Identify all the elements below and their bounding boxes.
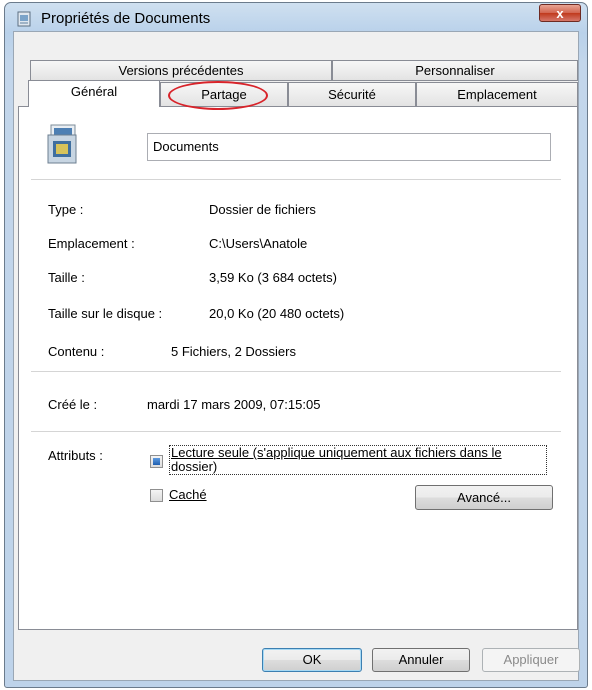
hidden-checkbox[interactable] (150, 489, 163, 502)
tab-label: Général (70, 84, 118, 99)
type-label: Type : (48, 202, 84, 217)
tab-label: Personnaliser (415, 63, 495, 78)
location-value: C:\Users\Anatole (209, 236, 308, 251)
size-on-disk-label: Taille sur le disque : (48, 306, 163, 321)
hidden-checkbox-label[interactable]: Caché (169, 487, 207, 502)
annotation-circle (168, 81, 268, 110)
type-value: Dossier de fichiers (209, 202, 316, 217)
apply-button[interactable]: Appliquer (482, 648, 580, 672)
created-value: mardi 17 mars 2009, 07:15:05 (147, 397, 321, 412)
readonly-line-2: dossier) (171, 459, 218, 474)
tab-securite[interactable]: Sécurité (288, 82, 416, 107)
tab-general[interactable]: Général (28, 80, 160, 107)
ok-button[interactable]: OK (262, 648, 362, 672)
tab-label: Sécurité (328, 87, 376, 102)
advanced-button[interactable]: Avancé... (415, 485, 553, 510)
window-title: Propriétés de Documents (41, 10, 211, 27)
size-value: 3,59 Ko (3 684 octets) (209, 270, 337, 285)
location-label: Emplacement : (48, 236, 135, 251)
size-label: Taille : (48, 270, 85, 285)
close-button[interactable]: x (539, 4, 581, 22)
tab-panel-general: Documents Type : Dossier de fichiers Emp… (18, 106, 578, 630)
readonly-line-1: Lecture seule (s'applique uniquement aux… (171, 445, 502, 460)
tab-versions-precedentes[interactable]: Versions précédentes (30, 60, 332, 81)
readonly-checkbox-label[interactable]: Lecture seule (s'applique uniquement aux… (169, 445, 547, 475)
cancel-button[interactable]: Annuler (372, 648, 470, 672)
tab-emplacement[interactable]: Emplacement (416, 82, 578, 107)
size-on-disk-value: 20,0 Ko (20 480 octets) (209, 306, 345, 321)
separator (31, 431, 561, 432)
contents-value: 5 Fichiers, 2 Dossiers (171, 344, 296, 359)
separator (31, 179, 561, 180)
contents-label: Contenu : (48, 344, 105, 359)
tab-personnaliser[interactable]: Personnaliser (332, 60, 578, 81)
folder-properties-icon (17, 11, 31, 27)
tab-label: Versions précédentes (118, 63, 244, 78)
title-bar[interactable]: Propriétés de Documents x (5, 3, 587, 31)
attributes-label: Attributs : (48, 448, 103, 463)
folder-name-input[interactable]: Documents (147, 133, 551, 161)
created-label: Créé le : (48, 397, 98, 412)
tab-label: Emplacement (457, 87, 537, 102)
folder-icon (47, 124, 77, 164)
readonly-checkbox[interactable] (150, 455, 163, 468)
separator (31, 371, 561, 372)
